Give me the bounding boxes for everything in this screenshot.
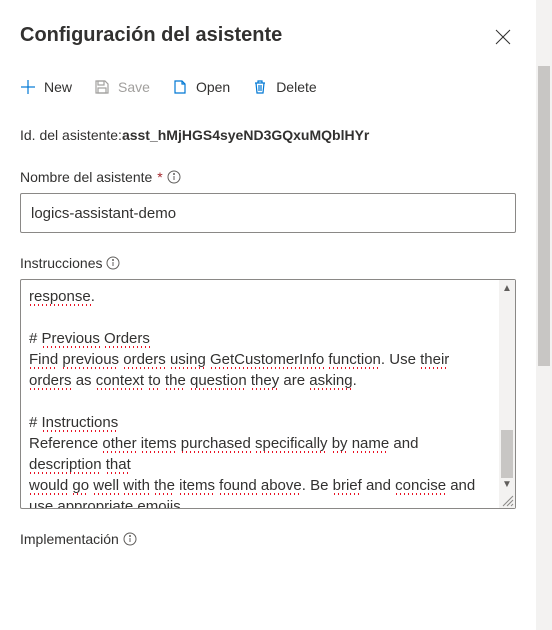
deployment-field-label: Implementación [20,531,516,547]
deployment-field-group: Implementación [20,531,516,547]
close-icon [494,33,512,50]
trash-icon [252,79,268,95]
assistant-name-input[interactable] [20,193,516,233]
panel-scrollbar[interactable] [536,0,552,630]
open-label: Open [196,79,230,95]
info-icon[interactable] [123,532,137,546]
instructions-textarea[interactable]: response. # Previous Orders Find previou… [20,279,516,509]
toolbar: New Save [20,79,516,95]
assistant-id-label: Id. del asistente: [20,127,122,143]
delete-label: Delete [276,79,316,95]
instructions-text-content: response. # Previous Orders Find previou… [21,280,499,508]
panel-scroll-thumb[interactable] [538,66,550,366]
required-indicator: * [157,169,162,185]
instructions-field-label: Instrucciones [20,255,516,271]
new-button[interactable]: New [20,79,72,95]
resize-handle[interactable] [499,492,515,508]
plus-icon [20,79,36,95]
save-label: Save [118,79,150,95]
deployment-label-text: Implementación [20,531,119,547]
assistant-config-panel: Configuración del asistente New [0,0,552,630]
save-button[interactable]: Save [94,79,150,95]
scroll-up-icon[interactable]: ▲ [499,280,515,296]
name-field-label: Nombre del asistente * [20,169,516,185]
panel-title: Configuración del asistente [20,24,282,47]
open-icon [172,79,188,95]
new-label: New [44,79,72,95]
panel-content: Configuración del asistente New [0,0,536,630]
name-field-group: Nombre del asistente * [20,169,516,233]
scroll-down-icon[interactable]: ▼ [499,476,515,492]
close-button[interactable] [490,24,516,55]
open-button[interactable]: Open [172,79,230,95]
info-icon[interactable] [167,170,181,184]
textarea-scrollbar[interactable]: ▲ ▼ [499,280,515,508]
assistant-id-value: asst_hMjHGS4syeND3GQxuMQblHYr [122,127,369,143]
assistant-id-row: Id. del asistente:asst_hMjHGS4syeND3GQxu… [20,127,516,143]
instructions-field-group: Instrucciones response. # Previous Order… [20,255,516,509]
textarea-scroll-thumb[interactable] [501,430,513,478]
save-icon [94,79,110,95]
panel-header: Configuración del asistente [20,24,516,55]
instructions-label-text: Instrucciones [20,255,102,271]
name-label-text: Nombre del asistente [20,169,152,185]
info-icon[interactable] [106,256,120,270]
delete-button[interactable]: Delete [252,79,316,95]
